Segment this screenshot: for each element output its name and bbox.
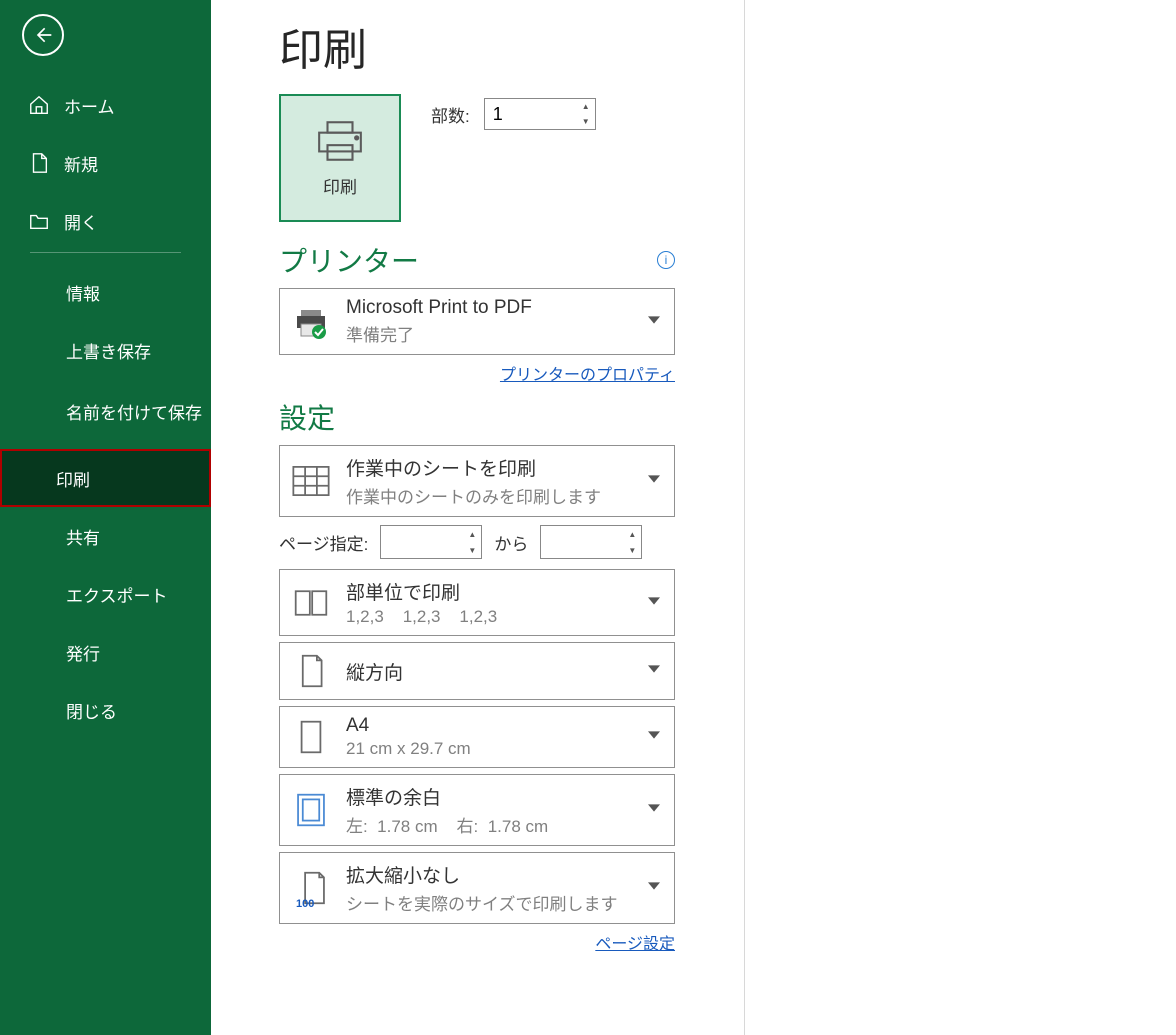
page-to-label: から	[494, 530, 528, 555]
settings-section-title: 設定	[279, 397, 675, 437]
spinner-arrows: ▲ ▼	[577, 99, 595, 129]
scaling-badge: 100	[296, 898, 314, 910]
copies-group: 部数: ▲ ▼	[431, 98, 596, 130]
chevron-down-icon	[648, 594, 660, 612]
print-button[interactable]: 印刷	[279, 94, 401, 222]
sidebar-label: 上書き保存	[66, 338, 151, 363]
margins-icon	[290, 790, 332, 830]
printer-properties-link[interactable]: プリンターのプロパティ	[500, 367, 675, 384]
page-range-label: ページ指定:	[279, 530, 368, 555]
page-to-spinner[interactable]: ▲▼	[540, 525, 642, 559]
paper-icon	[290, 717, 332, 757]
scaling-icon: 100	[290, 868, 332, 908]
sidebar-label: 名前を付けて保存	[66, 402, 202, 426]
page-to-input[interactable]	[541, 526, 623, 558]
sidebar-item-publish[interactable]: 発行	[0, 623, 211, 681]
sidebar-item-save-as[interactable]: 名前を付けて保存	[0, 379, 211, 449]
printer-dropdown[interactable]: Microsoft Print to PDF 準備完了	[279, 288, 675, 355]
section-label: 設定	[279, 397, 335, 437]
sidebar-label: 閉じる	[66, 698, 117, 723]
combo-title: A4	[346, 715, 471, 737]
collate-dropdown[interactable]: 部単位で印刷 1,2,3 1,2,3 1,2,3	[279, 569, 675, 636]
combo-subtitle: 作業中のシートのみを印刷します	[346, 483, 601, 508]
spinner-down[interactable]: ▼	[463, 542, 481, 558]
sidebar-label: ホーム	[64, 93, 115, 118]
sidebar-item-home[interactable]: ホーム	[0, 76, 211, 134]
page-title: 印刷	[279, 14, 744, 78]
combo-subtitle: シートを実際のサイズで印刷します	[346, 890, 618, 915]
print-button-label: 印刷	[323, 173, 357, 198]
sidebar-label: 発行	[66, 640, 100, 665]
info-icon[interactable]: i	[657, 251, 675, 269]
spinner-down[interactable]: ▼	[623, 542, 641, 558]
folder-open-icon	[28, 210, 50, 232]
chevron-down-icon	[648, 801, 660, 819]
combo-title: 部単位で印刷	[346, 578, 497, 605]
combo-title: 作業中のシートを印刷	[346, 454, 601, 481]
chevron-down-icon	[648, 728, 660, 746]
printer-section-title: プリンター i	[279, 240, 675, 280]
sidebar-item-info[interactable]: 情報	[0, 263, 211, 321]
printer-icon	[315, 119, 365, 163]
chevron-down-icon	[648, 313, 660, 331]
sidebar-label: 共有	[66, 524, 100, 549]
sheet-grid-icon	[290, 461, 332, 501]
sidebar-label: 開く	[64, 209, 98, 234]
sidebar-item-print[interactable]: 印刷	[0, 449, 211, 507]
copies-input[interactable]	[485, 99, 577, 129]
printer-status-icon	[290, 302, 332, 342]
orientation-dropdown[interactable]: 縦方向	[279, 642, 675, 700]
paper-size-dropdown[interactable]: A4 21 cm x 29.7 cm	[279, 706, 675, 768]
sidebar-label: 情報	[66, 280, 100, 305]
sidebar-item-save[interactable]: 上書き保存	[0, 321, 211, 379]
sidebar-label: 印刷	[56, 466, 90, 491]
blank-document-icon	[28, 152, 50, 174]
page-from-input[interactable]	[381, 526, 463, 558]
collate-icon	[290, 583, 332, 623]
combo-title: 拡大縮小なし	[346, 861, 618, 888]
chevron-down-icon	[648, 662, 660, 680]
section-label: プリンター	[279, 240, 419, 280]
sidebar-separator	[30, 252, 181, 253]
main-area: 印刷 印刷 部数: ▲ ▼ プリンター i	[211, 0, 1176, 1035]
print-settings-column: 印刷 印刷 部数: ▲ ▼ プリンター i	[211, 0, 745, 1035]
sidebar-label: 新規	[64, 151, 98, 176]
spinner-up[interactable]: ▲	[463, 526, 481, 542]
arrow-left-icon	[33, 25, 53, 45]
sidebar-item-new[interactable]: 新規	[0, 134, 211, 192]
sidebar-item-export[interactable]: エクスポート	[0, 565, 211, 623]
page-from-spinner[interactable]: ▲▼	[380, 525, 482, 559]
print-and-copies-row: 印刷 部数: ▲ ▼	[279, 94, 744, 222]
chevron-down-icon	[648, 472, 660, 490]
sidebar-item-share[interactable]: 共有	[0, 507, 211, 565]
printer-status: 準備完了	[346, 321, 532, 346]
backstage-sidebar: ホーム 新規 開く 情報 上書き保存 名前を付けて保存 印刷 共有 エクスポート…	[0, 0, 211, 1035]
home-icon	[28, 94, 50, 116]
print-what-dropdown[interactable]: 作業中のシートを印刷 作業中のシートのみを印刷します	[279, 445, 675, 517]
spinner-up[interactable]: ▲	[623, 526, 641, 542]
sidebar-item-close[interactable]: 閉じる	[0, 681, 211, 739]
portrait-page-icon	[290, 651, 332, 691]
page-range-row: ページ指定: ▲▼ から ▲▼	[279, 525, 675, 559]
combo-title: 縦方向	[346, 658, 403, 685]
back-button[interactable]	[22, 14, 64, 56]
combo-title: 標準の余白	[346, 783, 548, 810]
sidebar-item-open[interactable]: 開く	[0, 192, 211, 250]
spinner-down[interactable]: ▼	[577, 114, 595, 129]
page-setup-link[interactable]: ページ設定	[595, 936, 675, 953]
copies-spinner[interactable]: ▲ ▼	[484, 98, 596, 130]
scaling-dropdown[interactable]: 100 拡大縮小なし シートを実際のサイズで印刷します	[279, 852, 675, 924]
copies-label: 部数:	[431, 102, 470, 127]
sidebar-label: エクスポート	[66, 582, 168, 607]
combo-subtitle: 21 cm x 29.7 cm	[346, 739, 471, 759]
spinner-up[interactable]: ▲	[577, 99, 595, 114]
print-preview-area	[745, 0, 1176, 1035]
combo-subtitle: 左: 1.78 cm 右: 1.78 cm	[346, 812, 548, 837]
printer-name: Microsoft Print to PDF	[346, 297, 532, 319]
margins-dropdown[interactable]: 標準の余白 左: 1.78 cm 右: 1.78 cm	[279, 774, 675, 846]
chevron-down-icon	[648, 879, 660, 897]
combo-subtitle: 1,2,3 1,2,3 1,2,3	[346, 607, 497, 627]
